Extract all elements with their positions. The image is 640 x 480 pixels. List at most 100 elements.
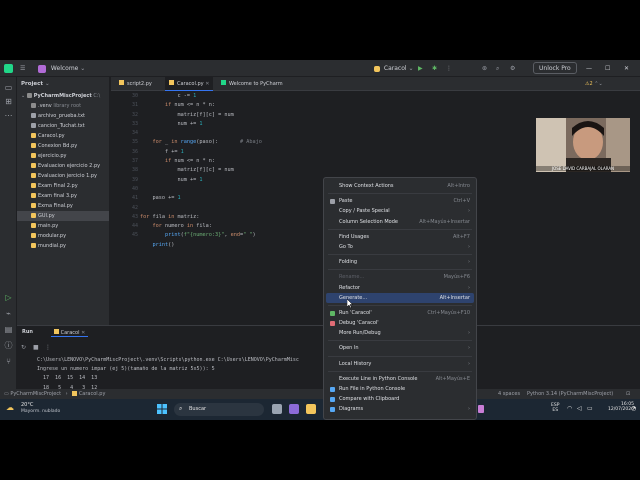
tree-item[interactable]: Caracol.py	[17, 131, 109, 141]
tree-item[interactable]: GUI.py	[17, 211, 109, 221]
menu-item[interactable]: Column Selection Mode Alt+Mayús+Insertar	[324, 217, 476, 227]
problems-icon[interactable]: ⓘ	[4, 341, 13, 350]
terminal-icon[interactable]: ▤	[4, 325, 13, 334]
unlock-pro-button[interactable]: Unlock Pro	[533, 62, 577, 74]
git-icon[interactable]: ⑂	[4, 357, 13, 366]
search-placeholder: Buscar	[189, 406, 207, 412]
more-tools-icon[interactable]: ⋯	[4, 111, 13, 120]
tree-item[interactable]: Evaluacion jercicio 1.py	[17, 171, 109, 181]
search-icon[interactable]: ⌕	[496, 63, 499, 74]
volume-icon[interactable]: ◁	[577, 405, 582, 412]
taskbar-search[interactable]: ⌕ Buscar	[174, 403, 264, 416]
tree-item[interactable]: main.py	[17, 221, 109, 231]
tree-item[interactable]: archivo_prueba.txt	[17, 111, 109, 121]
editor-tabs: script2.py Caracol.py ✕ Welcome to PyCha…	[111, 77, 640, 91]
file-explorer-icon[interactable]	[306, 404, 316, 414]
rerun-icon[interactable]: ↻	[21, 344, 26, 351]
tree-item[interactable]: Conexion Bd.py	[17, 141, 109, 151]
menu-item-label: Debug 'Caracol'	[339, 320, 379, 327]
menu-item[interactable]: Execute Line in Python Console Alt+Mayús+…	[324, 374, 476, 384]
tree-item[interactable]: .venv library root	[17, 101, 109, 111]
run-tool-icon[interactable]: ▷	[4, 293, 13, 302]
more-options-icon[interactable]: ⋮	[45, 344, 51, 351]
run-config-selector[interactable]: Caracol ⌄	[374, 63, 414, 74]
folder-icon[interactable]: ▭	[4, 83, 13, 92]
settings-gear-icon[interactable]: ⚙	[510, 63, 515, 74]
minimize-button[interactable]: —	[586, 63, 592, 74]
run-tab-caracol[interactable]: Caracol ✕	[51, 329, 89, 337]
menu-item[interactable]: Show Context Actions Alt+Intro	[324, 181, 476, 191]
tree-item[interactable]: Evaluacion ejercicio 2.py	[17, 161, 109, 171]
left-tool-strip: ▭ ⊞ ⋯ ▷ ⌁ ▤ ⓘ ⑂	[0, 77, 17, 408]
wifi-icon[interactable]: ◠	[567, 405, 572, 412]
python-file-icon	[169, 80, 174, 85]
menu-item[interactable]: Open In ›	[324, 343, 476, 353]
indent-setting[interactable]: 4 spaces	[498, 389, 520, 399]
main-menu-icon[interactable]: ☰	[20, 63, 25, 74]
interpreter-setting[interactable]: Python 3.14 (PyCharmMiscProject)	[527, 389, 613, 399]
ai-assistant-icon[interactable]: ⊛	[482, 63, 487, 74]
menu-item[interactable]: Folding ›	[324, 257, 476, 267]
line-number: 34	[131, 130, 138, 137]
file-icon	[31, 123, 36, 128]
run-icon[interactable]: ▶	[418, 63, 423, 74]
project-name: Welcome	[50, 65, 79, 72]
menu-item[interactable]: Run 'Caracol' Ctrl+Mayús+F10	[324, 308, 476, 318]
project-switcher[interactable]: Welcome ⌄	[38, 63, 85, 74]
menu-item[interactable]: More Run/Debug ›	[324, 328, 476, 338]
tree-item[interactable]: Exam final 3.py	[17, 191, 109, 201]
menu-item[interactable]: Diagrams ›	[324, 404, 476, 414]
plugins-icon[interactable]: ⊞	[4, 97, 13, 106]
windows-start-icon[interactable]	[157, 404, 167, 414]
weather-temp[interactable]: 20°C	[21, 402, 33, 408]
file-icon	[31, 133, 36, 138]
more-icon[interactable]: ⋮	[446, 63, 452, 74]
tree-item[interactable]: ejercicio.py	[17, 151, 109, 161]
file-icon	[31, 193, 36, 198]
debug-icon[interactable]: ✱	[432, 63, 437, 74]
tray-app-icon[interactable]	[478, 405, 484, 413]
lock-icon[interactable]: ⊡	[626, 389, 630, 399]
maximize-button[interactable]: ☐	[605, 63, 610, 74]
task-view-icon[interactable]	[272, 404, 282, 414]
tab-caracol[interactable]: Caracol.py ✕	[165, 77, 214, 91]
menu-item-label: Column Selection Mode	[339, 218, 398, 225]
menu-item[interactable]: Rename... Mayús+F6	[324, 272, 476, 282]
warnings-indicator[interactable]: ⚠2 ⌃⌄	[581, 77, 607, 91]
menu-item[interactable]: Run File in Python Console	[324, 384, 476, 394]
tree-item[interactable]: cancion_Tuchat.txt	[17, 121, 109, 131]
tab-script2[interactable]: script2.py	[115, 77, 156, 91]
language-indicator[interactable]: ESP ES	[551, 403, 559, 413]
stop-icon[interactable]: ■	[33, 344, 39, 351]
menu-item[interactable]: Go To ›	[324, 242, 476, 252]
notification-bell-icon[interactable]: ◔	[631, 405, 636, 412]
menu-separator	[328, 254, 472, 256]
menu-item-shortcut: Alt+Mayús+Insertar	[419, 218, 470, 225]
breadcrumb[interactable]: ▭ PyCharmMiscProject › Caracol.py	[4, 389, 105, 399]
menu-item[interactable]: Local History ›	[324, 359, 476, 369]
menu-item[interactable]: Compare with Clipboard	[324, 394, 476, 404]
close-tab-icon[interactable]: ✕	[205, 81, 209, 87]
tree-item[interactable]: Exam Final 2.py	[17, 181, 109, 191]
tree-root[interactable]: ⌄ PyCharmMiscProject C:\	[17, 91, 109, 101]
tab-welcome[interactable]: Welcome to PyCharm	[217, 77, 287, 91]
participant-name: JOSE DAVID CARBAJAL OLARAN	[536, 166, 630, 171]
python-console-icon[interactable]: ⌁	[4, 309, 13, 318]
menu-item[interactable]: Paste Ctrl+V	[324, 196, 476, 206]
teams-icon[interactable]	[289, 404, 299, 414]
menu-item[interactable]: Find Usages Alt+F7	[324, 232, 476, 242]
menu-item[interactable]: Copy / Paste Special ›	[324, 206, 476, 216]
menu-item[interactable]: Refactor ›	[324, 283, 476, 293]
menu-item[interactable]: Debug 'Caracol'	[324, 318, 476, 328]
menu-separator	[328, 193, 472, 195]
app-logo-icon[interactable]	[4, 63, 13, 74]
tree-item[interactable]: mundial.py	[17, 241, 109, 251]
menu-separator	[328, 269, 472, 271]
tree-item[interactable]: Exma Final.py	[17, 201, 109, 211]
close-tab-icon[interactable]: ✕	[81, 330, 85, 336]
menu-item-label: Diagrams	[339, 406, 364, 413]
battery-icon[interactable]: ▭	[587, 405, 593, 412]
menu-item-label: Paste	[339, 198, 353, 205]
close-window-button[interactable]: ✕	[624, 63, 629, 74]
tree-item[interactable]: modular.py	[17, 231, 109, 241]
